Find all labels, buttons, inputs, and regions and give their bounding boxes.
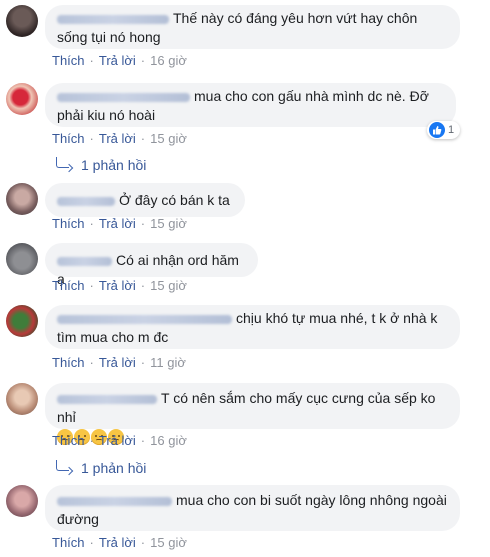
comment-time[interactable]: 15 giờ (150, 131, 187, 146)
comment-bubble: mua cho con bi suốt ngày lông nhông ngoà… (45, 485, 460, 531)
avatar[interactable] (6, 485, 38, 517)
reply-link[interactable]: Trả lời (99, 278, 136, 293)
avatar[interactable] (6, 183, 38, 215)
avatar[interactable] (6, 383, 38, 415)
comment-actions: Thích · Trả lời · 15 giờ (52, 216, 187, 231)
comment-time[interactable]: 16 giờ (150, 53, 187, 68)
comment-author[interactable] (57, 256, 112, 266)
comment-bubble: chịu khó tự mua nhé, t k ở nhà k tìm mua… (45, 305, 460, 349)
reply-arrow-icon (56, 157, 69, 168)
reply-arrow-icon (56, 460, 69, 471)
replies-count: 1 phản hồi (81, 157, 147, 173)
like-link[interactable]: Thích (52, 53, 85, 68)
comment-author[interactable] (57, 92, 190, 102)
like-thumb-icon (429, 122, 445, 138)
comment-time[interactable]: 15 giờ (150, 278, 187, 293)
comment-text: Ở đây có bán k ta (119, 192, 230, 208)
like-link[interactable]: Thích (52, 535, 85, 550)
like-link[interactable]: Thích (52, 216, 85, 231)
comment-actions: Thích · Trả lời · 15 giờ (52, 278, 187, 293)
like-link[interactable]: Thích (52, 355, 85, 370)
comment-time[interactable]: 15 giờ (150, 216, 187, 231)
replies-count: 1 phản hồi (81, 460, 147, 476)
comment-actions: Thích · Trả lời · 15 giờ (52, 535, 187, 550)
comment-author[interactable] (57, 196, 115, 206)
reply-link[interactable]: Trả lời (99, 216, 136, 231)
comment-actions: Thích · Trả lời · 15 giờ (52, 131, 187, 146)
comment-actions: Thích · Trả lời · 11 giờ (52, 355, 186, 370)
reply-link[interactable]: Trả lời (99, 433, 136, 448)
reaction-badge[interactable]: 1 (427, 121, 461, 139)
comment-bubble: Ở đây có bán k ta (45, 183, 245, 217)
comment-bubble: Thế này có đáng yêu hơn vứt hay chôn sốn… (45, 5, 460, 49)
comment-author[interactable] (57, 496, 172, 506)
comment-bubble: T có nên sắm cho mấy cục cưng của sếp ko… (45, 383, 460, 446)
comment-time[interactable]: 16 giờ (150, 433, 187, 448)
reply-link[interactable]: Trả lời (99, 535, 136, 550)
view-replies-link[interactable]: 1 phản hồi (52, 460, 146, 476)
avatar[interactable] (6, 243, 38, 275)
comment-bubble: mua cho con gấu nhà mình dc nè. Đỡ phải … (45, 83, 456, 127)
comment-time[interactable]: 15 giờ (150, 535, 187, 550)
view-replies-link[interactable]: 1 phản hồi (52, 157, 146, 173)
avatar[interactable] (6, 5, 38, 37)
reply-link[interactable]: Trả lời (99, 53, 136, 68)
avatar[interactable] (6, 305, 38, 337)
comment-actions: Thích · Trả lời · 16 giờ (52, 53, 187, 68)
reaction-count: 1 (448, 124, 455, 136)
like-link[interactable]: Thích (52, 131, 85, 146)
comment-author[interactable] (57, 314, 232, 324)
comment-author[interactable] (57, 394, 157, 404)
like-link[interactable]: Thích (52, 278, 85, 293)
avatar[interactable] (6, 83, 38, 115)
comment-time[interactable]: 11 giờ (150, 355, 186, 370)
comment-bubble: Có ai nhận ord hăm ạ (45, 243, 258, 287)
reply-link[interactable]: Trả lời (99, 131, 136, 146)
comment-actions: Thích · Trả lời · 16 giờ (52, 433, 187, 448)
like-link[interactable]: Thích (52, 433, 85, 448)
comment-author[interactable] (57, 14, 169, 24)
reply-link[interactable]: Trả lời (99, 355, 136, 370)
